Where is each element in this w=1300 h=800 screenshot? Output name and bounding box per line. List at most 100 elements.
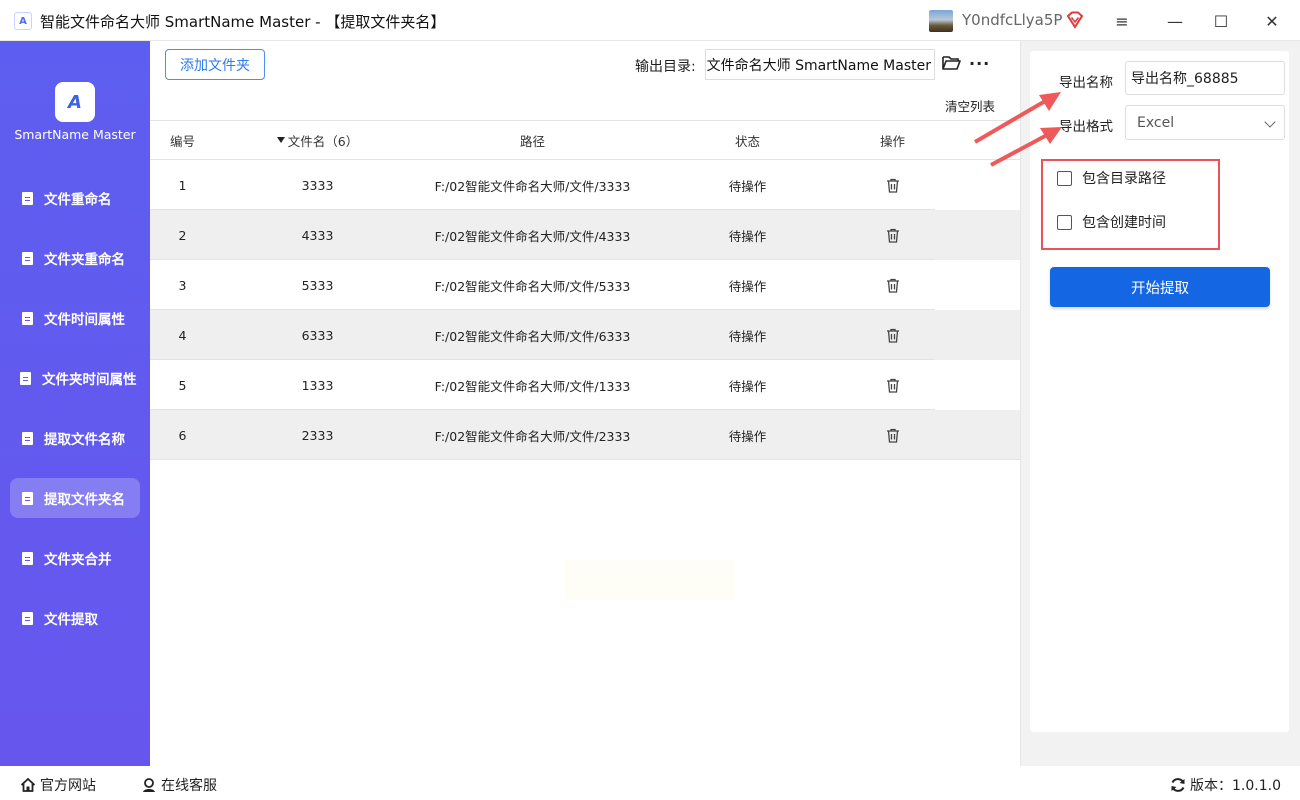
cell-name: 5333 — [301, 277, 334, 293]
trash-icon — [886, 228, 899, 243]
file-icon — [22, 311, 33, 325]
table-row: 1 3333 F:/02智能文件命名大师/文件/3333 待操作 — [150, 160, 1020, 210]
delete-row-button[interactable] — [845, 210, 940, 260]
customer-service-icon — [143, 778, 155, 792]
include-time-option[interactable]: 包含创建时间 — [1057, 212, 1166, 232]
file-icon — [22, 491, 33, 505]
sidebar-item-folder-merge[interactable]: 文件夹合并 — [10, 538, 140, 578]
minimize-button[interactable]: — — [1162, 8, 1188, 34]
status-bar: 官方网站 在线客服 版本：1.0.1.0 — [0, 766, 1300, 800]
header-no: 编号 — [169, 133, 195, 149]
table-row: 3 5333 F:/02智能文件命名大师/文件/5333 待操作 — [150, 260, 1020, 310]
cell-name: 2333 — [301, 427, 334, 443]
sidebar-item-folder-rename[interactable]: 文件夹重命名 — [10, 238, 140, 278]
cell-no: 1 — [178, 177, 187, 193]
header-op: 操作 — [879, 133, 905, 149]
sidebar-item-label: 文件夹重命名 — [44, 252, 125, 268]
sidebar-item-label: 提取文件名称 — [44, 432, 125, 448]
start-extract-button[interactable]: 开始提取 — [1050, 267, 1270, 307]
export-format-value: Excel — [1137, 114, 1175, 131]
export-name-input[interactable] — [1125, 61, 1285, 95]
cell-name: 3333 — [301, 177, 334, 193]
sort-down-icon — [276, 137, 285, 143]
trash-icon — [886, 178, 899, 193]
cell-status: 待操作 — [728, 328, 767, 344]
cell-path: F:/02智能文件命名大师/文件/5333 — [434, 278, 631, 294]
file-icon — [22, 191, 33, 205]
sidebar-item-label: 文件时间属性 — [44, 312, 125, 328]
add-folder-button[interactable]: 添加文件夹 — [165, 49, 265, 80]
refresh-icon — [1171, 778, 1185, 792]
table-row: 5 1333 F:/02智能文件命名大师/文件/1333 待操作 — [150, 360, 1020, 410]
row-divider — [150, 459, 1020, 460]
window-title: 智能文件命名大师 SmartName Master - 【提取文件夹名】 — [40, 13, 446, 31]
sidebar-item-extract-folder-names[interactable]: 提取文件夹名 — [10, 478, 140, 518]
cell-status: 待操作 — [728, 428, 767, 444]
close-button[interactable]: ✕ — [1259, 8, 1285, 34]
sidebar-item-file-time[interactable]: 文件时间属性 — [10, 298, 140, 338]
home-icon — [20, 777, 36, 792]
menu-icon[interactable]: ≡ — [1109, 8, 1135, 34]
brand-name: SmartName Master — [14, 127, 136, 142]
cell-no: 4 — [178, 327, 187, 343]
more-options-icon[interactable]: ··· — [969, 54, 990, 73]
user-name[interactable]: Y0ndfcLlya5P — [962, 11, 1062, 29]
app-icon: A — [14, 12, 32, 30]
delete-row-button[interactable] — [845, 160, 940, 210]
sidebar-item-label: 提取文件夹名 — [44, 492, 125, 508]
sidebar-item-file-rename[interactable]: 文件重命名 — [10, 178, 140, 218]
vip-diamond-icon[interactable] — [1066, 11, 1084, 29]
cell-status: 待操作 — [728, 178, 767, 194]
trash-icon — [886, 278, 899, 293]
cell-no: 2 — [178, 227, 187, 243]
folder-open-icon[interactable] — [942, 55, 961, 71]
cell-status: 待操作 — [728, 228, 767, 244]
sidebar-item-label: 文件夹合并 — [44, 552, 112, 568]
output-dir-field[interactable]: 能文件命名大师 SmartName Master — [705, 49, 935, 80]
title-bar: A 智能文件命名大师 SmartName Master - 【提取文件夹名】 Y… — [0, 0, 1300, 41]
cell-no: 6 — [178, 427, 187, 443]
cell-path: F:/02智能文件命名大师/文件/6333 — [434, 328, 631, 344]
include-path-label: 包含目录路径 — [1082, 171, 1166, 187]
trash-icon — [886, 428, 899, 443]
export-format-select[interactable]: Excel — [1125, 105, 1285, 140]
user-avatar[interactable] — [929, 10, 953, 32]
trash-icon — [886, 378, 899, 393]
header-path: 路径 — [519, 133, 545, 149]
official-website-label: 官方网站 — [40, 778, 96, 794]
include-time-checkbox[interactable] — [1057, 214, 1072, 230]
file-icon — [22, 431, 33, 445]
cell-path: F:/02智能文件命名大师/文件/2333 — [434, 428, 631, 444]
delete-row-button[interactable] — [845, 260, 940, 310]
table-row: 4 6333 F:/02智能文件命名大师/文件/6333 待操作 — [150, 310, 1020, 360]
file-icon — [22, 611, 33, 625]
cell-name: 6333 — [301, 327, 334, 343]
official-website-link[interactable]: 官方网站 — [20, 775, 96, 795]
table-row: 6 2333 F:/02智能文件命名大师/文件/2333 待操作 — [150, 410, 1020, 460]
app-logo: A — [55, 82, 95, 122]
output-dir-label: 输出目录: — [635, 59, 696, 75]
annotation-arrows — [973, 92, 1062, 167]
cell-path: F:/02智能文件命名大师/文件/4333 — [434, 228, 631, 244]
maximize-button[interactable]: ☐ — [1208, 8, 1234, 34]
delete-row-button[interactable] — [845, 360, 940, 410]
cell-path: F:/02智能文件命名大师/文件/3333 — [434, 178, 631, 194]
table-row: 2 4333 F:/02智能文件命名大师/文件/4333 待操作 — [150, 210, 1020, 260]
sidebar-item-extract-file-names[interactable]: 提取文件名称 — [10, 418, 140, 458]
sidebar: A SmartName Master 文件重命名 文件夹重命名 文件时间属性 文… — [0, 41, 150, 766]
delete-row-button[interactable] — [845, 410, 940, 460]
version-info[interactable]: 版本：1.0.1.0 — [1170, 775, 1281, 795]
include-time-label: 包含创建时间 — [1082, 215, 1166, 231]
sidebar-item-folder-time[interactable]: 文件夹时间属性 — [10, 358, 140, 398]
cell-status: 待操作 — [728, 278, 767, 294]
header-name[interactable]: 文件名（6） — [260, 121, 375, 159]
sidebar-item-label: 文件提取 — [44, 612, 98, 628]
online-service-link[interactable]: 在线客服 — [141, 775, 217, 795]
delete-row-button[interactable] — [845, 310, 940, 360]
chevron-down-icon — [1264, 116, 1276, 128]
watermark — [565, 560, 735, 600]
cell-path: F:/02智能文件命名大师/文件/1333 — [434, 378, 631, 394]
sidebar-item-file-extract[interactable]: 文件提取 — [10, 598, 140, 638]
cell-no: 5 — [178, 377, 187, 393]
file-icon — [22, 251, 33, 265]
